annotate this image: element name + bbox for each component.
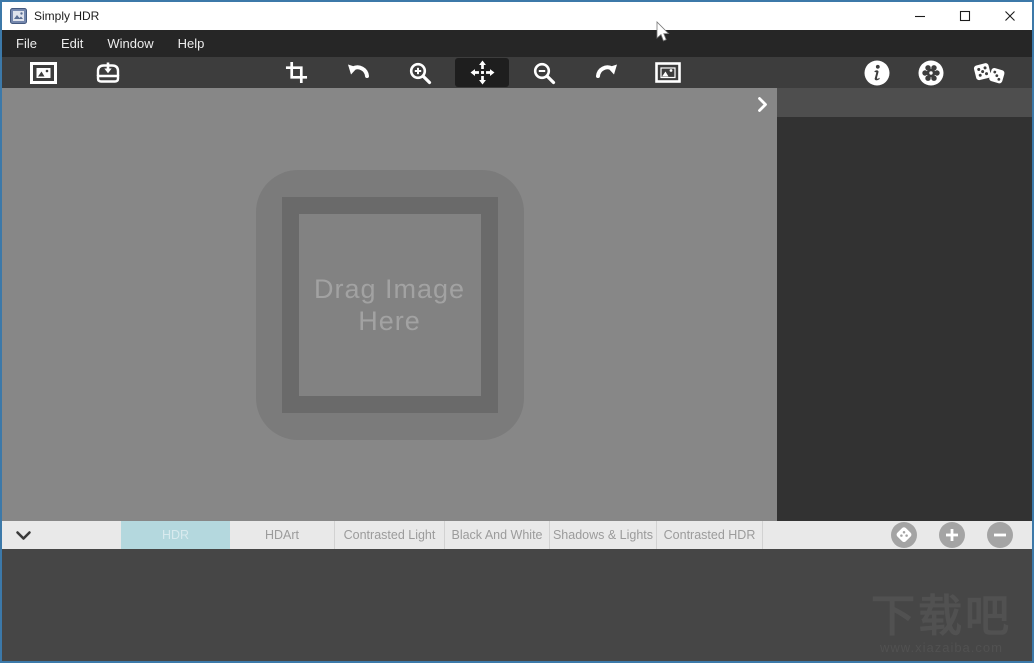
preset-tabs: HDR HDArt Contrasted Light Black And Whi…	[121, 521, 763, 549]
open-image-icon	[30, 62, 57, 84]
settings-button[interactable]	[908, 58, 954, 87]
app-window: Simply HDR File Edit Window Help	[0, 0, 1034, 663]
window-title: Simply HDR	[34, 9, 99, 23]
zoom-in-button[interactable]	[397, 58, 443, 87]
rotate-right-icon	[594, 61, 619, 84]
side-panel-header	[777, 88, 1032, 117]
zoom-in-presets-button[interactable]	[939, 522, 965, 548]
panel-expand-button[interactable]	[754, 95, 770, 113]
rotate-left-button[interactable]	[335, 58, 381, 87]
menu-bar: File Edit Window Help	[2, 30, 1032, 57]
info-icon	[864, 60, 890, 86]
dice-button-icon	[891, 522, 917, 548]
tab-contrasted-light[interactable]: Contrasted Light	[334, 521, 444, 549]
info-button[interactable]	[854, 58, 900, 87]
zoom-out-presets-button[interactable]	[987, 522, 1013, 548]
image-preview-button[interactable]	[645, 58, 691, 87]
watermark-logo-text: 下载吧	[871, 594, 1012, 640]
minimize-button[interactable]	[897, 2, 942, 30]
side-panel	[777, 88, 1032, 521]
randomize-preset-button[interactable]	[891, 522, 917, 548]
app-icon	[10, 8, 27, 24]
move-button[interactable]	[455, 58, 509, 87]
rotate-left-icon	[346, 61, 371, 84]
tab-black-and-white[interactable]: Black And White	[444, 521, 549, 549]
zoom-out-icon	[532, 61, 556, 85]
dropzone[interactable]: Drag Image Here	[256, 170, 524, 440]
save-image-button[interactable]	[85, 58, 131, 87]
maximize-icon	[959, 10, 971, 22]
window-controls	[897, 2, 1032, 30]
watermark-url-text: www.xiazaiba.com	[871, 640, 1012, 655]
menu-edit[interactable]: Edit	[49, 30, 95, 57]
preset-tab-bar: HDR HDArt Contrasted Light Black And Whi…	[2, 521, 1032, 549]
settings-gear-icon	[918, 60, 944, 86]
tab-hdart[interactable]: HDArt	[230, 521, 334, 549]
maximize-button[interactable]	[942, 2, 987, 30]
save-image-icon	[94, 61, 122, 85]
menu-window[interactable]: Window	[95, 30, 165, 57]
crop-icon	[285, 61, 308, 84]
close-icon	[1004, 10, 1016, 22]
minimize-icon	[914, 10, 926, 22]
plus-icon	[945, 528, 959, 542]
collapse-presets-button[interactable]	[13, 528, 33, 542]
image-preview-icon	[655, 62, 681, 83]
image-canvas[interactable]: Drag Image Here	[2, 88, 777, 521]
zoom-out-button[interactable]	[521, 58, 567, 87]
crop-button[interactable]	[273, 58, 319, 87]
tab-contrasted-hdr[interactable]: Contrasted HDR	[656, 521, 763, 549]
dice-icon	[972, 59, 1006, 87]
side-panel-body	[777, 117, 1032, 521]
title-bar: Simply HDR	[2, 2, 1032, 30]
dropzone-label: Drag Image Here	[305, 273, 475, 338]
menu-help[interactable]: Help	[166, 30, 217, 57]
move-icon	[470, 60, 495, 85]
tab-hdr[interactable]: HDR	[121, 521, 230, 549]
minus-icon	[993, 528, 1007, 542]
watermark: 下载吧 www.xiazaiba.com	[871, 594, 1012, 655]
tab-shadows-lights[interactable]: Shadows & Lights	[549, 521, 656, 549]
main-area: Drag Image Here	[2, 88, 1032, 521]
toolbar	[2, 57, 1032, 88]
menu-file[interactable]: File	[4, 30, 49, 57]
open-image-button[interactable]	[20, 58, 66, 87]
zoom-in-icon	[408, 61, 432, 85]
dropzone-frame: Drag Image Here	[282, 197, 498, 413]
close-button[interactable]	[987, 2, 1032, 30]
chevron-right-icon	[757, 96, 768, 113]
rotate-right-button[interactable]	[583, 58, 629, 87]
chevron-down-icon	[15, 530, 32, 541]
preset-thumbnails-area: 下载吧 www.xiazaiba.com	[2, 549, 1032, 661]
random-dice-button[interactable]	[966, 58, 1012, 87]
